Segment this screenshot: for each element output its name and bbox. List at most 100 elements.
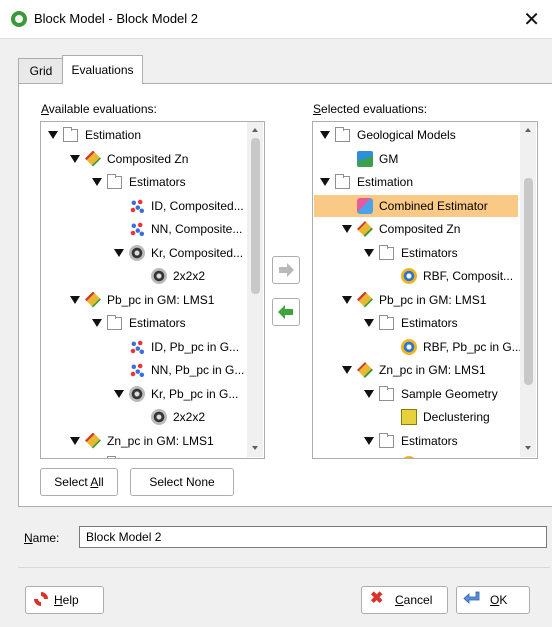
tree-item[interactable]: ID, Composited...: [42, 195, 245, 217]
tree-item-label: Zn_pc in GM: LMS1: [379, 363, 486, 377]
tree-item[interactable]: RBF, Composit...: [314, 265, 518, 287]
tree-item[interactable]: Composited Zn: [314, 218, 518, 240]
tree-item-label: Composited Zn: [107, 151, 189, 166]
tree-item[interactable]: Declustering: [314, 406, 518, 428]
tree-item[interactable]: Estimators: [42, 453, 245, 458]
remove-evaluation-button[interactable]: [272, 298, 300, 326]
tree-item-label: Declustering: [423, 410, 490, 424]
tree-item[interactable]: Combined Estimator: [314, 194, 518, 217]
tree-item[interactable]: Estimators: [42, 171, 245, 193]
tree-item[interactable]: 2x2x2: [42, 265, 245, 287]
tree-item[interactable]: Estimators: [42, 312, 245, 334]
left-arrow-icon: [278, 305, 293, 319]
selected-evaluations-label: Selected evaluations:: [313, 102, 428, 116]
tree-item[interactable]: 2x2x2: [42, 406, 245, 428]
scroll-up-icon[interactable]: [252, 128, 258, 132]
select-all-button[interactable]: Select All: [40, 468, 118, 496]
close-icon[interactable]: ✕: [523, 7, 540, 32]
tree-item[interactable]: Kr, Composited...: [42, 242, 245, 264]
scroll-down-icon[interactable]: [252, 446, 258, 450]
gm-icon: [357, 150, 373, 167]
tree-item[interactable]: NN, Composite...: [42, 218, 245, 240]
available-evaluations-list[interactable]: Estimators Zn_pc in GM: LMS1 2x2x2 Kr, Pb_p…: [40, 121, 265, 459]
cancel-button[interactable]: ✖ Cancel: [361, 586, 448, 614]
folder-icon: [379, 385, 394, 401]
expand-triangle-icon[interactable]: [364, 319, 374, 327]
scrollbar-thumb[interactable]: [251, 138, 260, 294]
expand-triangle-icon[interactable]: [320, 178, 330, 186]
expand-triangle-icon[interactable]: [114, 248, 124, 257]
tree-item[interactable]: Estimators: [314, 430, 518, 452]
selected-scrollbar[interactable]: [520, 122, 536, 457]
tree-item-label: GM: [379, 151, 399, 166]
expand-triangle-icon[interactable]: [342, 225, 352, 233]
expand-triangle-icon[interactable]: [320, 131, 330, 139]
tree-item[interactable]: Estimation: [42, 124, 245, 146]
tree-item[interactable]: Sample Geometry: [314, 383, 518, 405]
geological-model-icon: [85, 150, 101, 167]
folder-icon: [63, 127, 78, 142]
geological-model-icon: [357, 362, 373, 378]
tree-item-label: Geological Models: [357, 128, 456, 142]
tree-item[interactable]: GM: [314, 148, 518, 170]
tree-item-label: NN, Composite...: [151, 222, 243, 236]
expand-triangle-icon[interactable]: [92, 319, 102, 327]
tree-item[interactable]: RBF, Pb_pc in G...: [314, 336, 522, 358]
expand-triangle-icon[interactable]: [70, 295, 80, 304]
selected-evaluations-list[interactable]: RBF, Zn_pc in G... Estimators Declustering…: [312, 121, 538, 459]
folder-icon: [335, 174, 350, 189]
expand-triangle-icon[interactable]: [364, 436, 374, 445]
expand-triangle-icon[interactable]: [364, 248, 374, 257]
tree-item-label: Estimators: [129, 316, 186, 330]
tree-item[interactable]: Pb_pc in GM: LMS1: [314, 289, 518, 311]
tree-item[interactable]: Estimators: [314, 242, 518, 264]
divider: [18, 567, 550, 568]
tree-item[interactable]: ID, Pb_pc in G...: [42, 336, 245, 358]
tree-item-label: ID, Pb_pc in G...: [151, 339, 240, 354]
expand-triangle-icon[interactable]: [342, 366, 352, 374]
help-button[interactable]: Help: [25, 586, 104, 614]
tree-item[interactable]: Geological Models: [314, 124, 518, 146]
tab-evaluations[interactable]: Evaluations: [62, 55, 143, 84]
scatter-estimator-icon: [129, 362, 145, 378]
available-evaluations-label: Available evaluations:: [41, 102, 157, 116]
tree-item[interactable]: Zn_pc in GM: LMS1: [42, 430, 245, 452]
folder-icon: [379, 315, 394, 330]
geological-model-icon: [85, 291, 101, 308]
tree-item-label: Combined Estimator: [379, 198, 488, 213]
available-scrollbar[interactable]: [247, 122, 263, 457]
tree-item[interactable]: Pb_pc in GM: LMS1: [42, 289, 245, 311]
tree-item[interactable]: Zn_pc in GM: LMS1: [314, 359, 518, 381]
tree-item-label: Kr, Composited...: [151, 245, 244, 260]
tree-item-label: Kr, Pb_pc in G...: [151, 386, 239, 401]
expand-triangle-icon[interactable]: [364, 389, 374, 398]
select-none-button[interactable]: Select None: [130, 468, 234, 496]
kriging-icon: [129, 385, 145, 402]
add-evaluation-button[interactable]: [272, 256, 300, 284]
tree-item-label: Estimators: [401, 316, 458, 330]
expand-triangle-icon[interactable]: [70, 436, 80, 445]
kriging-icon: [151, 409, 167, 425]
ok-button[interactable]: OK: [456, 586, 530, 614]
geological-model-icon: [357, 221, 373, 237]
scroll-down-icon[interactable]: [525, 446, 531, 450]
tree-item[interactable]: Estimators: [314, 312, 518, 334]
scroll-up-icon[interactable]: [525, 128, 531, 132]
name-field[interactable]: [79, 526, 547, 548]
scrollbar-thumb[interactable]: [524, 178, 533, 385]
expand-triangle-icon[interactable]: [114, 389, 124, 398]
rbf-icon: [401, 456, 417, 458]
tree-item[interactable]: NN, Pb_pc in G...: [42, 359, 245, 381]
expand-triangle-icon[interactable]: [342, 295, 352, 304]
tab-grid[interactable]: Grid: [18, 58, 64, 83]
expand-triangle-icon[interactable]: [48, 131, 58, 139]
tree-item[interactable]: Kr, Pb_pc in G...: [42, 383, 245, 405]
expand-triangle-icon[interactable]: [70, 154, 80, 163]
tree-item-label: Composited Zn: [379, 222, 461, 236]
tree-item-label: RBF, Zn_pc in G...: [423, 453, 521, 458]
tree-item[interactable]: RBF, Zn_pc in G...: [314, 453, 521, 458]
scatter-estimator-icon: [129, 197, 145, 214]
tree-item[interactable]: Composited Zn: [42, 148, 245, 170]
expand-triangle-icon[interactable]: [92, 178, 102, 186]
tree-item[interactable]: Estimation: [314, 171, 518, 193]
